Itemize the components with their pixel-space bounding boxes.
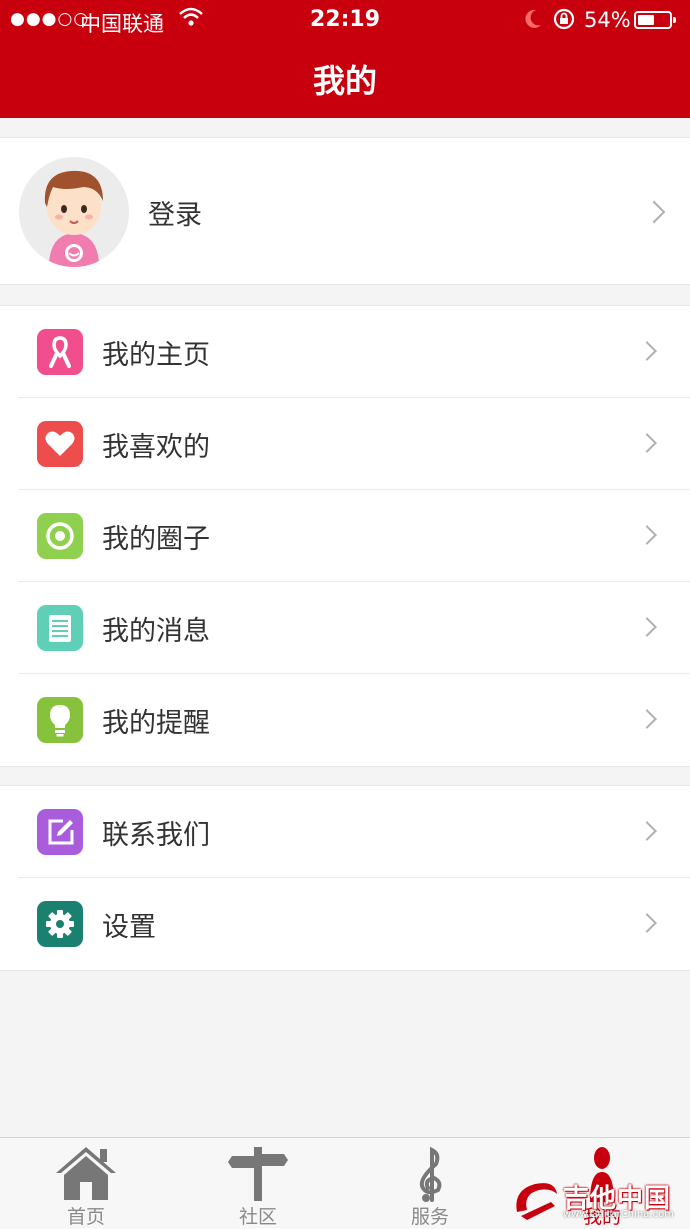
menu-item-contact-us[interactable]: 联系我们 — [0, 786, 690, 878]
tab-community[interactable]: 社区 — [172, 1138, 344, 1229]
menu-item-label: 我喜欢的 — [102, 432, 210, 463]
battery-percent: 54% — [584, 8, 631, 32]
menu-item-label: 我的消息 — [102, 616, 210, 647]
heart-icon — [37, 421, 83, 467]
watermark-logo — [516, 1183, 557, 1220]
chevron-right-icon — [637, 617, 657, 637]
rotation-lock-icon — [552, 7, 576, 36]
tab-home[interactable]: 首页 — [0, 1138, 172, 1229]
tab-label: 首页 — [66, 1206, 105, 1228]
login-row[interactable]: 登录 — [0, 137, 690, 285]
target-icon — [37, 513, 83, 559]
watermark-url: www.GuitarChina.com — [563, 1209, 674, 1220]
house-icon — [56, 1147, 116, 1200]
menu-item-label: 我的圈子 — [102, 524, 210, 555]
battery-icon — [634, 11, 676, 29]
menu-item-my-reminders[interactable]: 我的提醒 — [0, 674, 690, 766]
login-label[interactable]: 登录 — [148, 193, 202, 232]
lightbulb-icon — [37, 697, 83, 743]
menu-item-label: 联系我们 — [102, 820, 210, 851]
chevron-right-icon — [642, 200, 666, 224]
menu-item-label: 设置 — [102, 912, 156, 943]
watermark: 吉他中国 www.GuitarChina.com — [511, 1176, 686, 1224]
gear-icon — [37, 901, 83, 947]
notepad-icon — [37, 605, 83, 651]
tab-label: 服务 — [410, 1206, 449, 1228]
ribbon-icon — [37, 329, 83, 375]
chevron-right-icon — [637, 709, 657, 729]
menu-item-label: 我的主页 — [102, 340, 210, 371]
chevron-right-icon — [637, 341, 657, 361]
tab-service[interactable]: 服务 — [344, 1138, 516, 1229]
moon-icon — [522, 7, 544, 36]
menu-group-primary: 我的主页 我喜欢的 我的圈子 我的消息 我的提醒 — [0, 305, 690, 767]
menu-item-settings[interactable]: 设置 — [0, 878, 690, 970]
chevron-right-icon — [637, 433, 657, 453]
menu-item-label: 我的提醒 — [102, 708, 210, 739]
edit-icon — [37, 809, 83, 855]
avatar[interactable] — [19, 157, 129, 267]
page-title: 我的 — [312, 62, 377, 100]
chevron-right-icon — [637, 913, 657, 933]
treble-clef-icon — [419, 1146, 442, 1202]
top-header: ●●●○○ 中国联通 22:19 54% 我的 — [0, 0, 690, 118]
menu-item-my-circles[interactable]: 我的圈子 — [0, 490, 690, 582]
menu-group-secondary: 联系我们 设置 — [0, 785, 690, 971]
menu-item-my-likes[interactable]: 我喜欢的 — [0, 398, 690, 490]
menu-item-my-messages[interactable]: 我的消息 — [0, 582, 690, 674]
status-bar: ●●●○○ 中国联通 22:19 54% — [0, 0, 690, 40]
chevron-right-icon — [637, 821, 657, 841]
signpost-icon — [228, 1147, 288, 1201]
tab-label: 社区 — [238, 1206, 277, 1228]
menu-item-my-homepage[interactable]: 我的主页 — [0, 306, 690, 398]
chevron-right-icon — [637, 525, 657, 545]
